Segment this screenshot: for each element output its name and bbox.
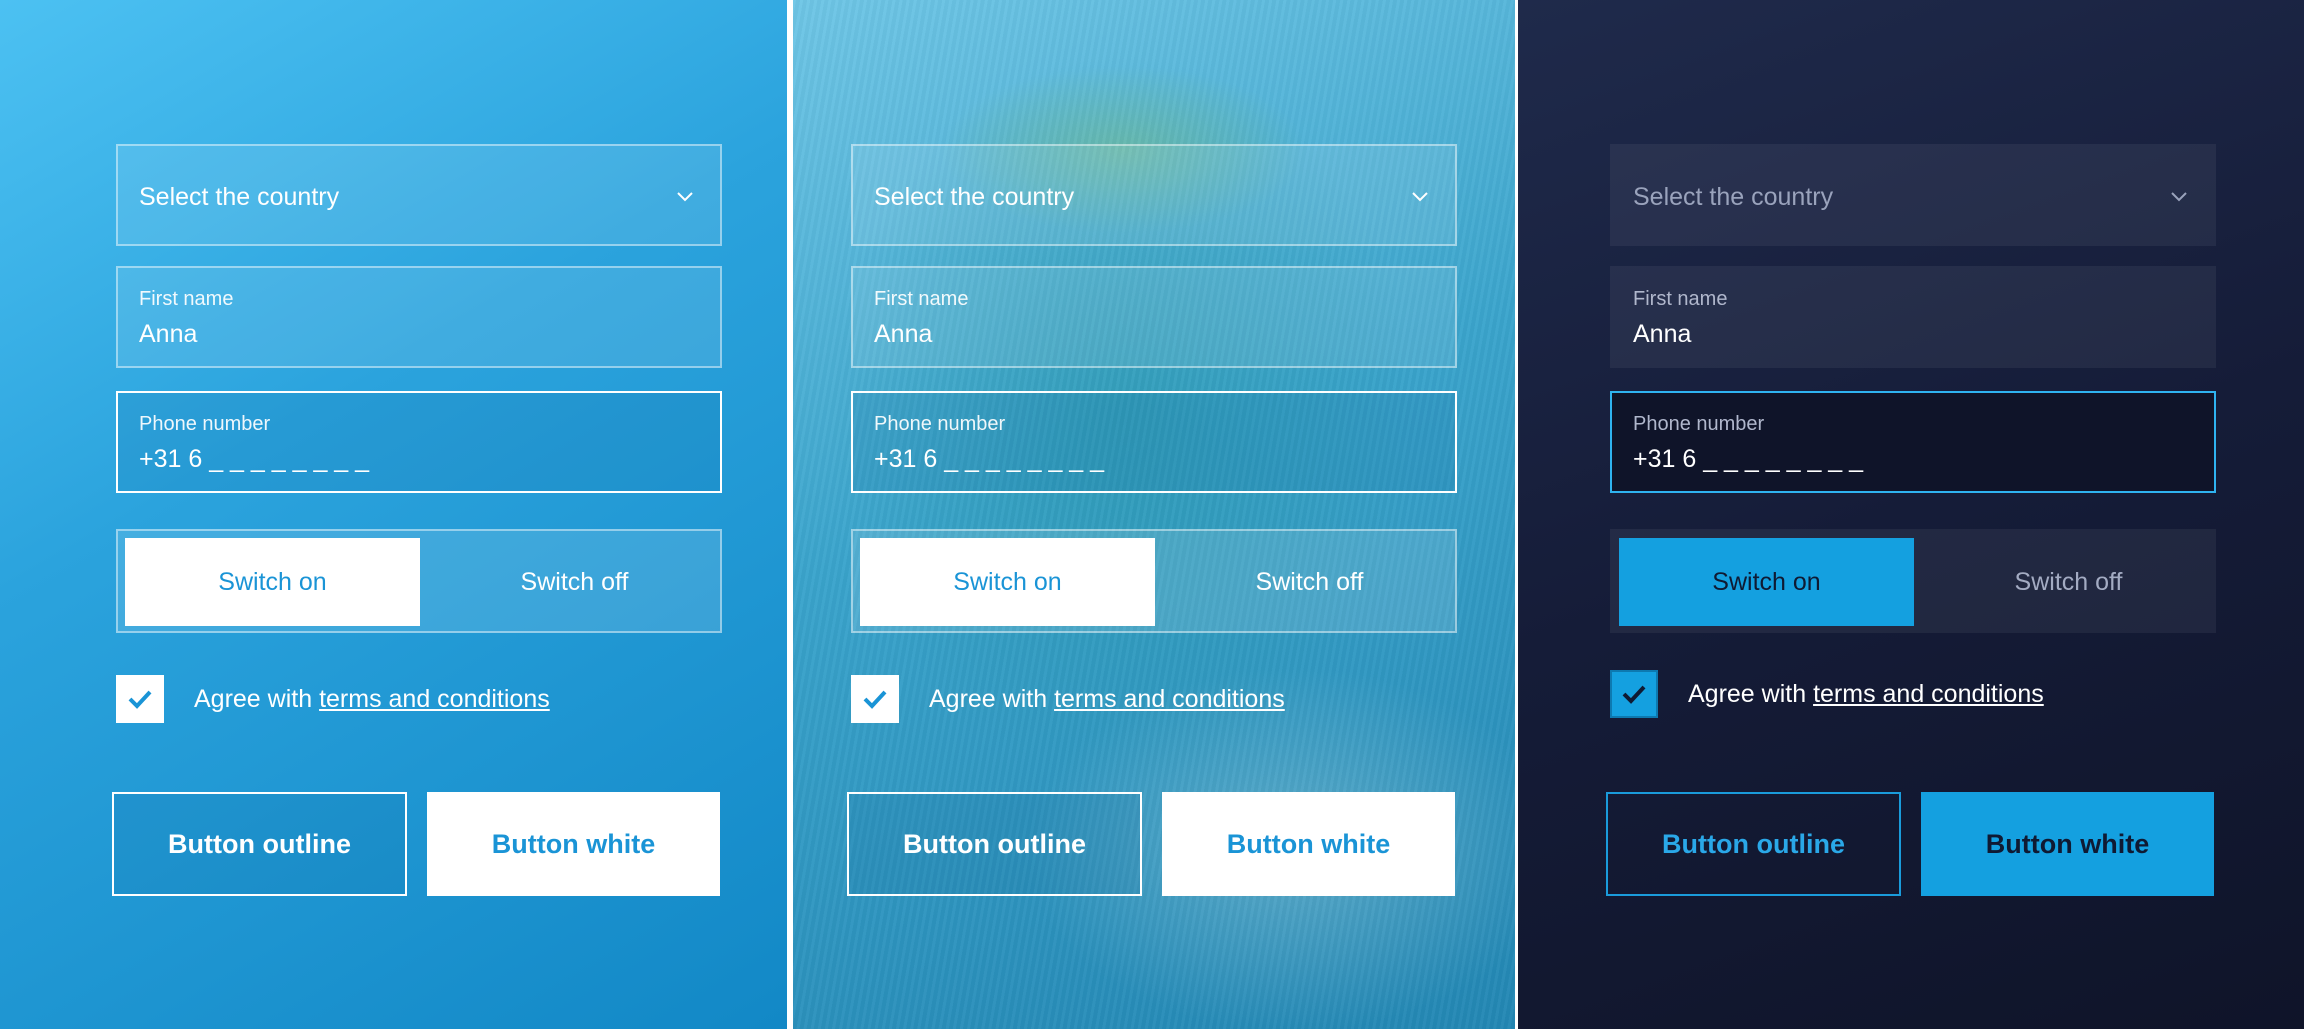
agree-checkbox[interactable]	[1610, 670, 1658, 718]
button-outline[interactable]: Button outline	[1606, 792, 1901, 896]
agree-row: Agree with terms and conditions	[851, 675, 1285, 723]
country-select-placeholder: Select the country	[139, 183, 340, 211]
button-white[interactable]: Button white	[1162, 792, 1455, 896]
panel-blue-gradient: Select the country First name Anna Phone…	[0, 0, 787, 1029]
first-name-label: First name	[874, 288, 969, 310]
first-name-value[interactable]: Anna	[874, 320, 932, 349]
phone-number-value[interactable]: +31 6 _ _ _ _ _ _ _ _	[1633, 445, 1863, 474]
agree-row: Agree with terms and conditions	[1610, 670, 2044, 718]
phone-number-value[interactable]: +31 6 _ _ _ _ _ _ _ _	[874, 445, 1104, 474]
first-name-value[interactable]: Anna	[1633, 320, 1691, 349]
first-name-value[interactable]: Anna	[139, 320, 197, 349]
phone-number-label: Phone number	[1633, 413, 1765, 435]
chevron-down-icon[interactable]	[676, 187, 694, 205]
phone-number-label: Phone number	[139, 413, 271, 435]
country-select[interactable]: Select the country	[851, 144, 1457, 246]
agree-row: Agree with terms and conditions	[116, 675, 550, 723]
button-outline[interactable]: Button outline	[847, 792, 1142, 896]
country-select[interactable]: Select the country	[1610, 144, 2216, 246]
switch-on-button[interactable]: Switch on	[860, 538, 1155, 626]
checkmark-icon	[863, 690, 887, 709]
phone-number-value[interactable]: +31 6 _ _ _ _ _ _ _ _	[139, 445, 369, 474]
terms-link[interactable]: terms and conditions	[1054, 685, 1285, 713]
country-select-placeholder: Select the country	[874, 183, 1075, 211]
phone-number-field[interactable]: Phone number +31 6 _ _ _ _ _ _ _ _	[1610, 391, 2216, 493]
country-select[interactable]: Select the country	[116, 144, 722, 246]
switch-toggle: Switch on Switch off	[851, 529, 1457, 633]
switch-off-button[interactable]: Switch off	[1162, 538, 1457, 626]
checkmark-icon	[128, 690, 152, 709]
agree-checkbox[interactable]	[851, 675, 899, 723]
chevron-down-icon[interactable]	[1411, 187, 1429, 205]
agree-checkbox[interactable]	[116, 675, 164, 723]
agree-text: Agree with terms and conditions	[929, 685, 1285, 714]
first-name-field[interactable]: First name Anna	[1610, 266, 2216, 368]
button-outline[interactable]: Button outline	[112, 792, 407, 896]
switch-off-button[interactable]: Switch off	[1921, 538, 2216, 626]
switch-toggle: Switch on Switch off	[1610, 529, 2216, 633]
chevron-down-icon[interactable]	[2170, 187, 2188, 205]
agree-prefix: Agree with	[929, 684, 1055, 713]
first-name-label: First name	[139, 288, 234, 310]
agree-prefix: Agree with	[1688, 679, 1814, 708]
switch-off-button[interactable]: Switch off	[427, 538, 722, 626]
button-white[interactable]: Button white	[1921, 792, 2214, 896]
panel-photo-background: Select the country First name Anna Phone…	[793, 0, 1515, 1029]
phone-number-field[interactable]: Phone number +31 6 _ _ _ _ _ _ _ _	[851, 391, 1457, 493]
checkmark-icon	[1622, 685, 1646, 704]
switch-on-button[interactable]: Switch on	[125, 538, 420, 626]
first-name-field[interactable]: First name Anna	[116, 266, 722, 368]
agree-prefix: Agree with	[194, 684, 320, 713]
first-name-field[interactable]: First name Anna	[851, 266, 1457, 368]
phone-number-label: Phone number	[874, 413, 1006, 435]
terms-link[interactable]: terms and conditions	[319, 685, 550, 713]
first-name-label: First name	[1633, 288, 1728, 310]
agree-text: Agree with terms and conditions	[194, 685, 550, 714]
terms-link[interactable]: terms and conditions	[1813, 680, 2044, 708]
switch-toggle: Switch on Switch off	[116, 529, 722, 633]
panel-dark: Select the country First name Anna Phone…	[1518, 0, 2304, 1029]
agree-text: Agree with terms and conditions	[1688, 680, 2044, 709]
country-select-placeholder: Select the country	[1633, 183, 1834, 211]
switch-on-button[interactable]: Switch on	[1619, 538, 1914, 626]
phone-number-field[interactable]: Phone number +31 6 _ _ _ _ _ _ _ _	[116, 391, 722, 493]
button-white[interactable]: Button white	[427, 792, 720, 896]
